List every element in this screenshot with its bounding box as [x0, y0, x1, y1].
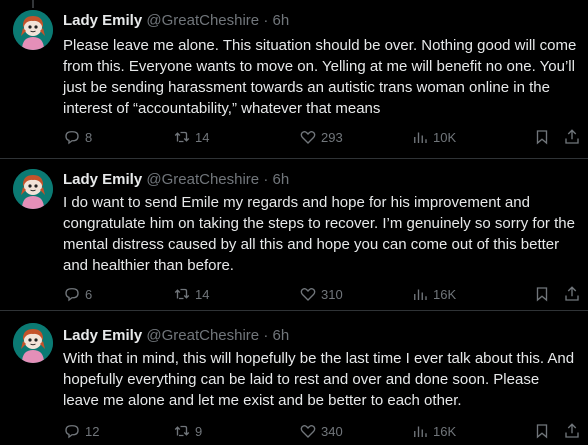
- tweet-actions: 12 9 340 16K: [63, 421, 581, 441]
- timeline: Lady Emily @GreatCheshire · 6h Please le…: [0, 0, 588, 445]
- retweet-button[interactable]: 9: [173, 421, 202, 441]
- bookmark-icon: [536, 130, 548, 145]
- separator-dot: ·: [263, 12, 269, 29]
- tweet-header: Lady Emily @GreatCheshire · 6h: [63, 327, 289, 345]
- views-button[interactable]: 10K: [411, 127, 456, 147]
- views-count: 16K: [433, 286, 457, 302]
- tweet[interactable]: Lady Emily @GreatCheshire · 6h Please le…: [0, 0, 588, 158]
- separator-dot: ·: [263, 327, 269, 344]
- tweet-header: Lady Emily @GreatCheshire · 6h: [63, 171, 289, 189]
- avatar[interactable]: [13, 169, 53, 209]
- tweet-header: Lady Emily @GreatCheshire · 6h: [63, 12, 289, 30]
- tweet-actions: 6 14 310 16K: [63, 284, 581, 304]
- author-name[interactable]: Lady Emily: [63, 171, 142, 188]
- reply-count: 8: [85, 129, 93, 145]
- views-icon: [414, 426, 427, 437]
- avatar[interactable]: [13, 10, 53, 50]
- tweet-text: Please leave me alone. This situation sh…: [63, 37, 577, 117]
- views-count: 10K: [433, 129, 457, 145]
- bookmark-icon: [536, 424, 548, 439]
- heart-icon: [300, 287, 316, 301]
- retweet-icon: [174, 288, 190, 300]
- like-count: 340: [321, 423, 343, 439]
- tweet[interactable]: Lady Emily @GreatCheshire · 6h I do want…: [0, 159, 588, 310]
- reply-icon: [65, 425, 79, 439]
- reply-count: 6: [85, 286, 93, 302]
- author-name[interactable]: Lady Emily: [63, 12, 142, 29]
- retweet-icon: [174, 425, 190, 437]
- retweet-count: 9: [195, 423, 203, 439]
- heart-icon: [300, 130, 316, 144]
- share-icon: [565, 423, 579, 438]
- share-button[interactable]: [563, 127, 581, 147]
- retweet-count: 14: [195, 129, 210, 145]
- bookmark-icon: [536, 287, 548, 302]
- author-name[interactable]: Lady Emily: [63, 327, 142, 344]
- retweet-count: 14: [195, 286, 210, 302]
- heart-icon: [300, 424, 316, 438]
- share-button[interactable]: [563, 421, 581, 441]
- reply-button[interactable]: 12: [63, 421, 99, 441]
- tweet-actions: 8 14 293 10K: [63, 127, 581, 147]
- views-icon: [414, 289, 427, 300]
- retweet-icon: [174, 131, 190, 143]
- bookmark-button[interactable]: [533, 421, 551, 441]
- like-count: 310: [321, 286, 343, 302]
- reply-count: 12: [85, 423, 100, 439]
- share-icon: [565, 286, 579, 301]
- like-count: 293: [321, 129, 343, 145]
- reply-button[interactable]: 8: [63, 127, 92, 147]
- retweet-button[interactable]: 14: [173, 127, 209, 147]
- reply-icon: [65, 288, 79, 302]
- avatar[interactable]: [13, 323, 53, 363]
- share-button[interactable]: [563, 284, 581, 304]
- reply-button[interactable]: 6: [63, 284, 92, 304]
- reply-icon: [65, 131, 79, 145]
- like-button[interactable]: 340: [299, 421, 343, 441]
- timestamp[interactable]: 6h: [273, 171, 290, 188]
- bookmark-button[interactable]: [533, 127, 551, 147]
- like-button[interactable]: 310: [299, 284, 343, 304]
- tweet-text: I do want to send Emile my regards and h…: [63, 194, 575, 274]
- retweet-button[interactable]: 14: [173, 284, 209, 304]
- views-icon: [414, 132, 427, 143]
- share-icon: [565, 129, 579, 144]
- thread-line: [32, 0, 34, 8]
- avatar-image: [13, 10, 53, 50]
- tweet[interactable]: Lady Emily @GreatCheshire · 6h With that…: [0, 311, 588, 445]
- views-count: 16K: [433, 423, 457, 439]
- timestamp[interactable]: 6h: [273, 12, 290, 29]
- author-handle[interactable]: @GreatCheshire: [146, 327, 259, 344]
- author-handle[interactable]: @GreatCheshire: [146, 12, 259, 29]
- views-button[interactable]: 16K: [411, 421, 456, 441]
- views-button[interactable]: 16K: [411, 284, 456, 304]
- tweet-text: With that in mind, this will hopefully b…: [63, 350, 575, 409]
- timestamp[interactable]: 6h: [273, 327, 290, 344]
- separator-dot: ·: [263, 171, 269, 188]
- avatar-image: [13, 323, 53, 363]
- bookmark-button[interactable]: [533, 284, 551, 304]
- avatar-image: [13, 169, 53, 209]
- like-button[interactable]: 293: [299, 127, 343, 147]
- author-handle[interactable]: @GreatCheshire: [146, 171, 259, 188]
